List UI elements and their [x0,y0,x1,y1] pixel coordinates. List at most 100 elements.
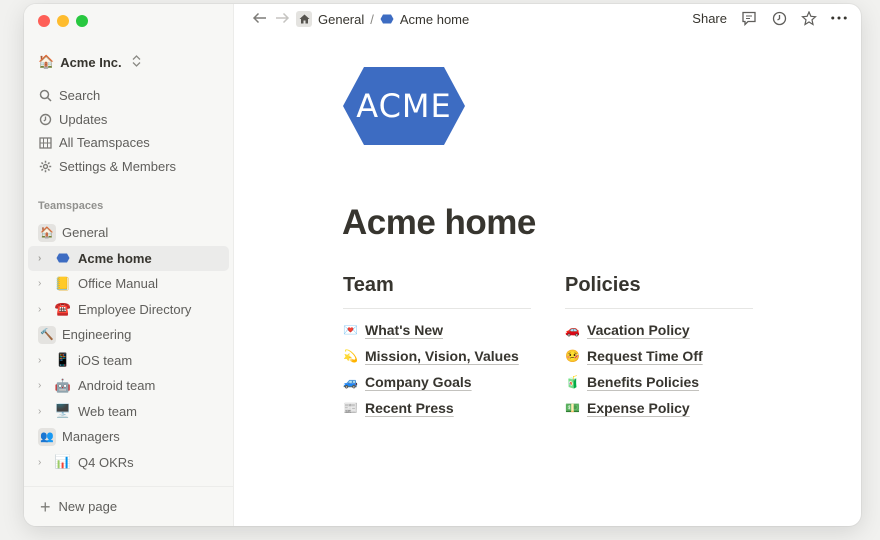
sidebar-item-label: Search [59,88,101,104]
page-link-request-time-off[interactable]: 🤒 Request Time Off [565,343,753,369]
sidebar-item-label: General [62,225,109,241]
sidebar-item-engineering[interactable]: 🔨 Engineering [28,322,229,348]
search-icon [38,89,52,103]
column-team: Team 💌 What's New 💫 Mission, Vision, Val… [343,274,531,421]
chevron-right-icon[interactable]: › [38,457,48,468]
share-button[interactable]: Share [692,11,727,26]
love-letter-icon: 💌 [343,323,358,337]
logo-text: ACME [356,87,452,125]
red-car-icon: 🚗 [565,323,580,337]
sidebar-item-search[interactable]: Search [38,84,176,108]
sidebar-item-q4-okrs[interactable]: › 📊 Q4 OKRs [28,450,229,476]
page-link-mission[interactable]: 💫 Mission, Vision, Values [343,343,531,369]
home-icon [296,11,312,27]
minimize-window-button[interactable] [57,15,69,27]
breadcrumb: General / Acme home [296,11,469,27]
topbar: General / Acme home Share [234,4,861,34]
workspace-switcher[interactable]: 🏠 Acme Inc. [38,51,141,73]
page-link-label[interactable]: Vacation Policy [587,322,690,338]
page-link-label[interactable]: Expense Policy [587,400,690,416]
acme-logo-icon [380,12,394,27]
page-link-benefits-policies[interactable]: 🧃 Benefits Policies [565,369,753,395]
sidebar-item-label: Web team [78,403,138,419]
sick-face-icon: 🤒 [565,349,580,363]
history-icon[interactable] [771,10,787,26]
notebook-icon: 📒 [54,275,72,291]
bar-chart-icon: 📊 [54,454,72,470]
page-title: Acme home [342,203,536,242]
hammer-icon: 🔨 [38,325,56,344]
sidebar-item-ios-team[interactable]: › 📱 iOS team [28,348,229,374]
dizzy-icon: 💫 [343,349,358,363]
topbar-actions: Share [692,10,847,26]
page-link-label[interactable]: Company Goals [365,374,472,390]
page-link-label[interactable]: Benefits Policies [587,374,699,390]
sidebar-item-employee-directory[interactable]: › ☎️ Employee Directory [28,297,229,323]
breadcrumb-parent[interactable]: General [318,12,364,27]
chevron-right-icon[interactable]: › [38,355,48,366]
more-icon[interactable] [831,10,847,26]
desktop-icon: 🖥️ [54,403,72,419]
chevron-right-icon[interactable]: › [38,406,48,417]
sidebar-item-label: Acme home [78,250,152,266]
breadcrumb-current[interactable]: Acme home [400,12,469,27]
column-heading: Policies [565,274,753,309]
juice-box-icon: 🧃 [565,375,580,389]
page-link-company-goals[interactable]: 🚙 Company Goals [343,369,531,395]
sidebar-item-label: Engineering [62,327,132,343]
page-link-label[interactable]: What's New [365,322,443,338]
main-content: General / Acme home Share ACME Acme home… [234,4,861,526]
zoom-window-button[interactable] [76,15,88,27]
page-link-label[interactable]: Recent Press [365,400,454,416]
sidebar-item-label: Employee Directory [78,301,192,317]
sidebar-item-acme-home[interactable]: › Acme home [28,245,229,271]
sidebar-item-label: Office Manual [78,276,158,292]
sidebar-item-android-team[interactable]: › 🤖 Android team [28,373,229,399]
sidebar-item-settings[interactable]: Settings & Members [38,155,176,179]
sidebar-item-label: Settings & Members [59,158,177,174]
sidebar-item-general[interactable]: 🏠 General [28,220,229,246]
forward-arrow-icon[interactable] [275,11,290,28]
acme-logo: ACME [342,66,466,146]
new-page-button[interactable]: + New page [24,486,234,526]
chevron-right-icon[interactable]: › [38,380,48,391]
page-link-label[interactable]: Mission, Vision, Values [365,348,519,364]
page-link-label[interactable]: Request Time Off [587,348,703,364]
star-icon[interactable] [801,10,817,26]
window-controls [38,15,88,27]
new-page-label: New page [58,499,118,514]
page-link-whats-new[interactable]: 💌 What's New [343,317,531,343]
sidebar-item-web-team[interactable]: › 🖥️ Web team [28,399,229,425]
close-window-button[interactable] [38,15,50,27]
sidebar-item-managers[interactable]: 👥 Managers [28,424,229,450]
sidebar-item-office-manual[interactable]: › 📒 Office Manual [28,271,229,297]
page-link-expense-policy[interactable]: 💵 Expense Policy [565,395,753,421]
sidebar-item-all-teamspaces[interactable]: All Teamspaces [38,131,176,155]
newspaper-icon: 📰 [343,401,358,415]
people-icon: 👥 [38,427,56,446]
car-icon: 🚙 [343,375,358,389]
page-link-vacation-policy[interactable]: 🚗 Vacation Policy [565,317,753,343]
money-icon: 💵 [565,401,580,415]
history-nav [252,11,290,28]
chevron-right-icon[interactable]: › [38,278,48,289]
plus-icon: + [40,496,51,517]
app-window: 🏠 Acme Inc. Search Updates All Teamspace… [24,4,861,526]
column-heading: Team [343,274,531,309]
chevron-updown-icon [132,54,141,70]
comment-icon[interactable] [741,10,757,26]
sidebar-item-label: Android team [78,378,156,394]
home-icon: 🏠 [38,223,56,242]
breadcrumb-separator: / [370,11,374,27]
back-arrow-icon[interactable] [252,11,267,28]
robot-icon: 🤖 [54,377,72,393]
teamspaces-icon [38,136,52,150]
sidebar-item-label: Updates [59,111,108,127]
gear-icon [38,159,52,173]
chevron-right-icon[interactable]: › [38,304,48,315]
page-link-recent-press[interactable]: 📰 Recent Press [343,395,531,421]
workspace-name: Acme Inc. [60,54,122,70]
sidebar-item-label: Q4 OKRs [78,454,134,470]
sidebar-item-updates[interactable]: Updates [38,108,176,132]
chevron-right-icon[interactable]: › [38,253,48,264]
